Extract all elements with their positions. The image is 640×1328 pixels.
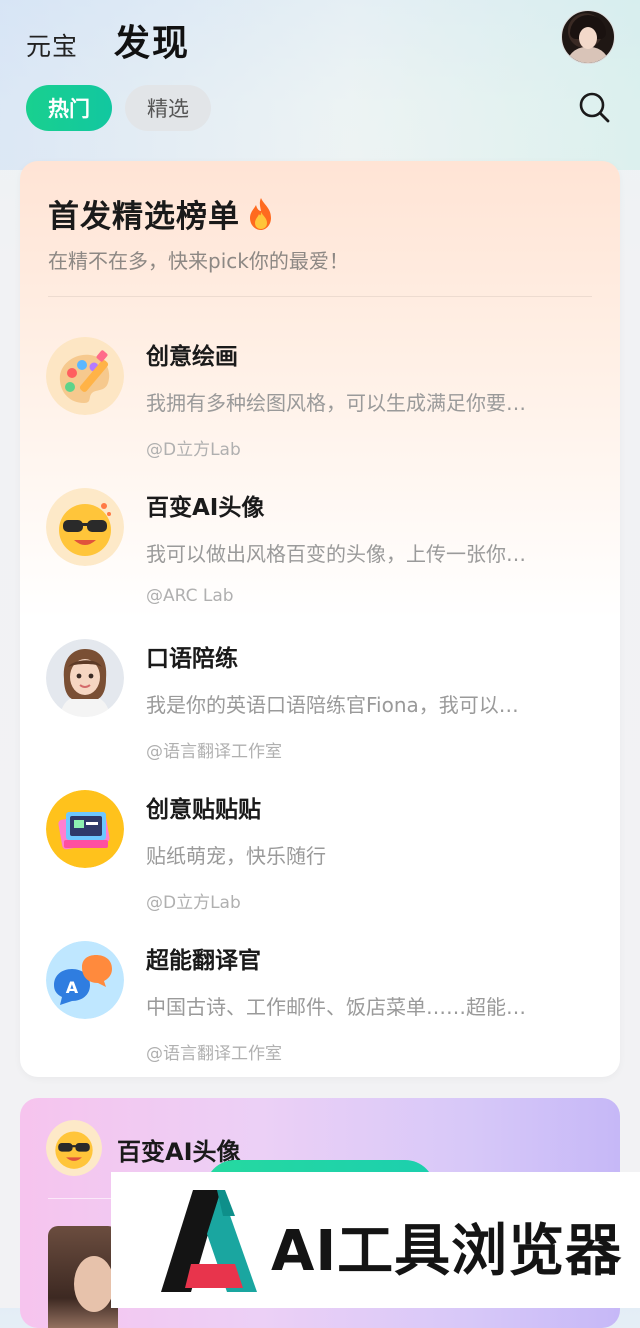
svg-text:A: A: [66, 978, 79, 997]
sticker-camera-icon: [46, 790, 124, 868]
search-icon: [579, 92, 610, 123]
sunglasses-emoji-icon: [46, 488, 124, 566]
watermark-banner: AI工具浏览器: [111, 1172, 640, 1308]
item-author[interactable]: @ARC Lab: [146, 586, 234, 606]
item-name: 百变AI头像: [146, 495, 265, 521]
item-description: 我拥有多种绘图风格，可以生成满足你要…: [146, 391, 526, 415]
fire-icon: [250, 197, 271, 230]
header: 元宝 发现: [26, 14, 190, 66]
item-author[interactable]: @语言翻译工作室: [146, 737, 282, 762]
ranking-title-row: 首发精选榜单: [48, 191, 278, 236]
tab-featured[interactable]: 精选: [125, 85, 211, 131]
item-name: 创意贴贴贴: [146, 797, 261, 823]
page-title: 发现: [114, 22, 191, 64]
avatar-face: [579, 27, 597, 49]
item-author[interactable]: @语言翻译工作室: [146, 1039, 282, 1064]
item-description: 我可以做出风格百变的头像，上传一张你…: [146, 542, 526, 566]
list-item-creative-painting[interactable]: 创意绘画 我拥有多种绘图风格，可以生成满足你要… @D立方Lab: [20, 321, 620, 471]
tab-hot[interactable]: 热门: [26, 85, 112, 131]
ranking-title: 首发精选榜单: [48, 199, 240, 235]
user-avatar[interactable]: [561, 10, 615, 64]
ranking-subtitle: 在精不在多，快来pick你的最爱！: [48, 249, 349, 273]
divider: [48, 296, 592, 297]
translate-bubbles-icon: A: [46, 941, 124, 1019]
avatar-preview-image[interactable]: [48, 1226, 118, 1328]
item-description: 贴纸萌宠，快乐随行: [146, 844, 326, 868]
item-name: 创意绘画: [146, 344, 238, 370]
item-description: 我是你的英语口语陪练官Fiona，我可以…: [146, 693, 519, 717]
list-item-speaking-practice[interactable]: 口语陪练 我是你的英语口语陪练官Fiona，我可以… @语言翻译工作室: [20, 623, 620, 773]
palette-icon: [46, 337, 124, 415]
watermark-text: AI工具浏览器: [271, 1219, 623, 1284]
list-item-ai-avatar[interactable]: 百变AI头像 我可以做出风格百变的头像，上传一张你… @ARC Lab: [20, 472, 620, 622]
item-name: 口语陪练: [146, 646, 238, 672]
list-item-super-translator[interactable]: A 超能翻译官 中国古诗、工作邮件、饭店菜单……超能… @语言翻译工作室: [20, 925, 620, 1075]
item-author[interactable]: @D立方Lab: [146, 435, 241, 460]
search-button[interactable]: [576, 89, 612, 125]
item-name: 超能翻译官: [146, 948, 261, 974]
ranking-card: 首发精选榜单 在精不在多，快来pick你的最爱！ 创意绘画 我拥有多种绘图风格，…: [20, 161, 620, 1077]
item-description: 中国古诗、工作邮件、饭店菜单……超能…: [146, 995, 526, 1019]
tutor-avatar-icon: [46, 639, 124, 717]
avatar-body: [566, 47, 610, 63]
watermark-logo-icon: [161, 1190, 257, 1292]
preview-face: [74, 1256, 114, 1312]
list-item-creative-stickers[interactable]: 创意贴贴贴 贴纸萌宠，快乐随行 @D立方Lab: [20, 774, 620, 924]
item-author[interactable]: @D立方Lab: [146, 888, 241, 913]
brand-name[interactable]: 元宝: [26, 27, 78, 63]
sunglasses-emoji-icon: [46, 1120, 102, 1176]
